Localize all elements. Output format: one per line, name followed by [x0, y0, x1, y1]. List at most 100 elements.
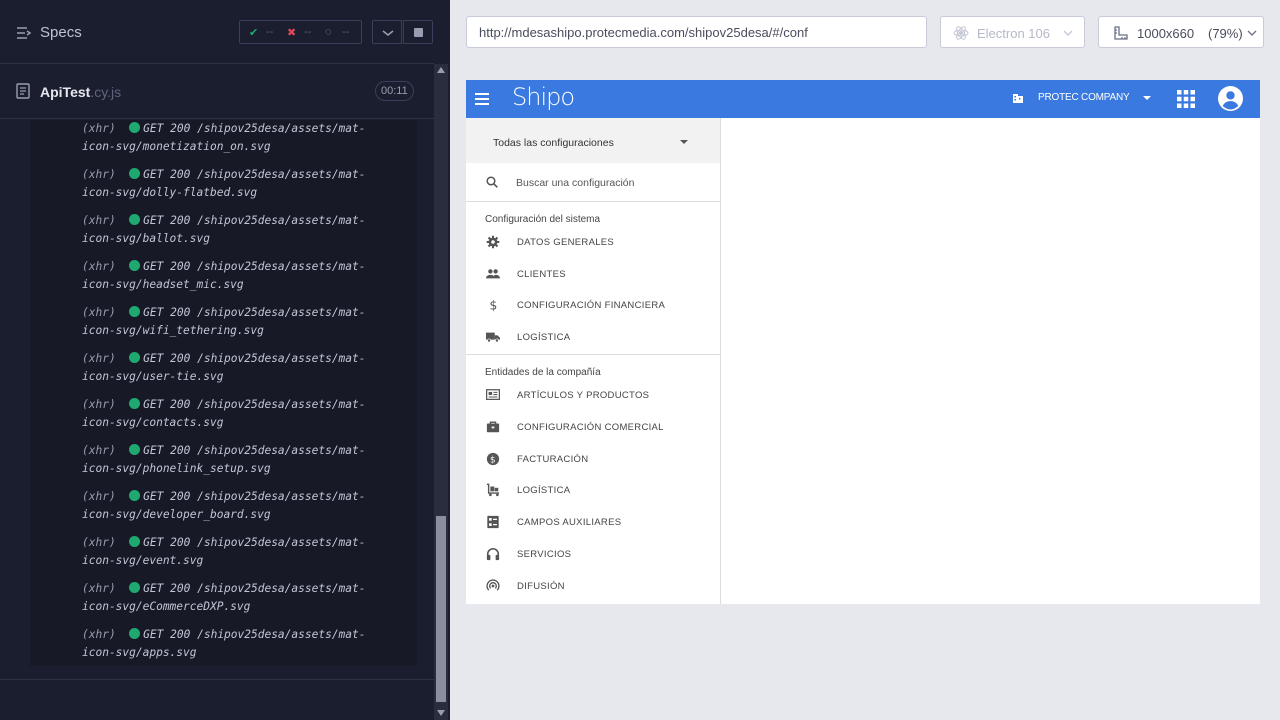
pending-icon: ◌	[325, 26, 332, 38]
account-circle-icon[interactable]	[1218, 86, 1243, 111]
log-entry[interactable]: (xhr) GET 200 /shipov25desa/assets/mat-i…	[82, 534, 402, 570]
app-logo[interactable]: Shipo	[512, 83, 575, 111]
passed-count: --	[266, 26, 274, 38]
log-method: GET	[143, 582, 164, 595]
app-toolbar: Shipo PROTEC COMPANY	[466, 80, 1260, 118]
nav-item-configuracion-comercial[interactable]: CONFIGURACIÓN COMERCIAL	[466, 414, 720, 442]
log-entry[interactable]: (xhr) GET 200 /shipov25desa/assets/mat-i…	[82, 258, 402, 294]
scrollbar-thumb[interactable]	[436, 516, 446, 702]
log-url-cont: icon-svg/headset_mic.svg	[82, 278, 244, 291]
ballot-icon	[487, 515, 499, 529]
log-type: (xhr)	[82, 122, 116, 135]
log-status: 200	[170, 398, 191, 411]
log-url: /shipov25desa/assets/mat-	[197, 536, 366, 549]
scroll-down-arrow-icon[interactable]	[437, 710, 445, 716]
company-dropdown-icon[interactable]	[1143, 96, 1151, 100]
company-selector[interactable]: PROTEC COMPANY	[1038, 92, 1130, 103]
status-dot	[129, 122, 141, 133]
briefcase-icon	[486, 421, 500, 433]
log-url: /shipov25desa/assets/mat-	[197, 582, 366, 595]
pending-count: --	[342, 26, 350, 38]
apps-grid-icon[interactable]	[1177, 90, 1195, 108]
log-type: (xhr)	[82, 628, 116, 641]
nav-item-logistica-sistema[interactable]: LOGÍSTICA	[466, 324, 720, 352]
url-bar[interactable]: http://mdesashipo.protecmedia.com/shipov…	[466, 16, 927, 48]
log-type: (xhr)	[82, 214, 116, 227]
log-scrollbar[interactable]	[434, 64, 448, 720]
log-method: GET	[143, 260, 164, 273]
building-icon	[1013, 94, 1023, 103]
nav-item-campos-auxiliares[interactable]: CAMPOS AUXILIARES	[466, 509, 720, 537]
specs-title[interactable]: Specs	[40, 24, 82, 41]
log-status: 200	[170, 582, 191, 595]
config-sidepanel: Todas las configuraciones Configuración …	[466, 118, 721, 604]
log-entry[interactable]: (xhr) GET 200 /shipov25desa/assets/mat-i…	[82, 626, 402, 662]
spec-file-base: ApiTest	[40, 84, 91, 100]
nav-label: CONFIGURACIÓN COMERCIAL	[517, 422, 664, 433]
menu-icon[interactable]	[475, 93, 489, 105]
scroll-up-arrow-icon[interactable]	[437, 67, 445, 73]
specs-list-icon[interactable]	[16, 25, 32, 41]
log-method: GET	[143, 398, 164, 411]
log-url-cont: icon-svg/wifi_tethering.svg	[82, 324, 264, 337]
nav-label: ARTÍCULOS Y PRODUCTOS	[517, 390, 650, 401]
nav-item-servicios[interactable]: SERVICIOS	[466, 541, 720, 569]
section-title-entidades: Entidades de la compañía	[485, 367, 601, 378]
log-type: (xhr)	[82, 352, 116, 365]
shipo-app: Shipo PROTEC COMPANY Todas las configura…	[466, 80, 1260, 604]
ruler-icon	[1114, 26, 1128, 40]
log-type: (xhr)	[82, 536, 116, 549]
nav-item-configuracion-financiera[interactable]: $ CONFIGURACIÓN FINANCIERA	[466, 292, 720, 320]
log-entry[interactable]: (xhr) GET 200 /shipov25desa/assets/mat-i…	[82, 396, 402, 432]
browser-name: Electron 106	[977, 26, 1050, 41]
nav-item-clientes[interactable]: CLIENTES	[466, 261, 720, 289]
spec-file-ext: .cy.js	[90, 84, 122, 100]
log-method: GET	[143, 306, 164, 319]
log-method: GET	[143, 122, 164, 135]
browser-selector[interactable]: Electron 106	[940, 16, 1085, 48]
status-dot	[129, 260, 141, 271]
status-dot	[129, 352, 141, 363]
stop-button[interactable]	[403, 20, 433, 44]
status-dot	[129, 536, 141, 547]
log-entry[interactable]: (xhr) GET 200 /shipov25desa/assets/mat-i…	[82, 350, 402, 386]
log-entry[interactable]: (xhr) GET 200 /shipov25desa/assets/mat-i…	[82, 212, 402, 248]
status-dot	[129, 490, 141, 501]
status-dot	[129, 214, 141, 225]
log-entry[interactable]: (xhr) GET 200 /shipov25desa/assets/mat-i…	[82, 488, 402, 524]
config-search	[466, 163, 720, 202]
spec-file-row[interactable]: ApiTest.cy.js 00:11	[0, 65, 434, 119]
nav-item-logistica-entidades[interactable]: LOGÍSTICA	[466, 477, 720, 505]
log-url-cont: icon-svg/phonelink_setup.svg	[82, 462, 271, 475]
nav-label: DATOS GENERALES	[517, 237, 615, 248]
command-log[interactable]: (xhr) GET 200 /shipov25desa/assets/mat-i…	[30, 120, 417, 666]
config-search-input[interactable]	[516, 174, 706, 192]
log-status: 200	[170, 306, 191, 319]
log-entry[interactable]: (xhr) GET 200 /shipov25desa/assets/mat-i…	[82, 166, 402, 202]
log-url: /shipov25desa/assets/mat-	[197, 168, 366, 181]
log-status: 200	[170, 168, 191, 181]
nav-item-facturacion[interactable]: $ FACTURACIÓN	[466, 446, 720, 474]
nav-label: DIFUSIÓN	[517, 581, 565, 592]
log-url-cont: icon-svg/dolly-flatbed.svg	[82, 186, 258, 199]
log-type: (xhr)	[82, 306, 116, 319]
svg-text:$: $	[490, 456, 496, 466]
log-entry[interactable]: (xhr) GET 200 /shipov25desa/assets/mat-i…	[82, 304, 402, 340]
nav-label: CAMPOS AUXILIARES	[517, 517, 622, 528]
nav-item-datos-generales[interactable]: DATOS GENERALES	[466, 229, 720, 257]
run-options-button[interactable]	[372, 20, 402, 44]
log-entry[interactable]: (xhr) GET 200 /shipov25desa/assets/mat-i…	[82, 120, 402, 156]
nav-item-articulos-productos[interactable]: ARTÍCULOS Y PRODUCTOS	[466, 382, 720, 410]
nav-item-difusion[interactable]: DIFUSIÓN	[466, 573, 720, 601]
nav-label: FACTURACIÓN	[517, 454, 589, 465]
config-filter-select[interactable]: Todas las configuraciones	[466, 118, 720, 163]
dropdown-arrow-icon	[680, 140, 688, 144]
viewport-selector[interactable]: 1000x660 (79%)	[1098, 16, 1264, 48]
status-dot	[129, 168, 141, 179]
log-status: 200	[170, 260, 191, 273]
gear-icon	[486, 235, 500, 249]
log-entry[interactable]: (xhr) GET 200 /shipov25desa/assets/mat-i…	[82, 442, 402, 478]
content-area	[721, 118, 1260, 604]
log-entry[interactable]: (xhr) GET 200 /shipov25desa/assets/mat-i…	[82, 580, 402, 616]
runner-footer-divider	[0, 679, 434, 680]
